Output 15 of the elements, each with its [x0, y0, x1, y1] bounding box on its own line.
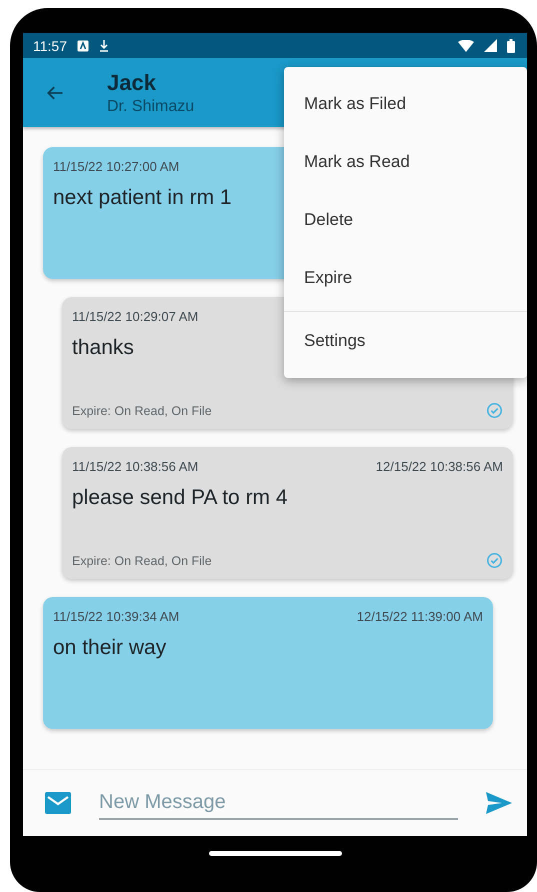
sent-timestamp: 11/15/22 10:27:00 AM	[53, 159, 180, 174]
expire-note: Expire: On Read, On File	[72, 554, 212, 568]
sent-timestamp: 11/15/22 10:39:34 AM	[53, 609, 180, 624]
sent-timestamp: 11/15/22 10:38:56 AM	[72, 459, 198, 474]
sent-timestamp: 11/15/22 10:29:07 AM	[72, 309, 198, 324]
message-text: on their way	[53, 636, 166, 660]
expire-note: Expire: On Read, On File	[72, 404, 212, 418]
contact-name: Jack	[107, 70, 157, 96]
status-time: 11:57	[33, 38, 67, 54]
message-text: thanks	[72, 336, 134, 360]
expiry-timestamp: 12/15/22 11:39:00 AM	[356, 609, 483, 624]
contact-subtitle: Dr. Shimazu	[107, 98, 194, 116]
expiry-timestamp: 12/15/22 10:38:56 AM	[376, 459, 503, 474]
message-text: please send PA to rm 4	[72, 486, 288, 510]
message-text: next patient in rm 1	[53, 186, 232, 210]
